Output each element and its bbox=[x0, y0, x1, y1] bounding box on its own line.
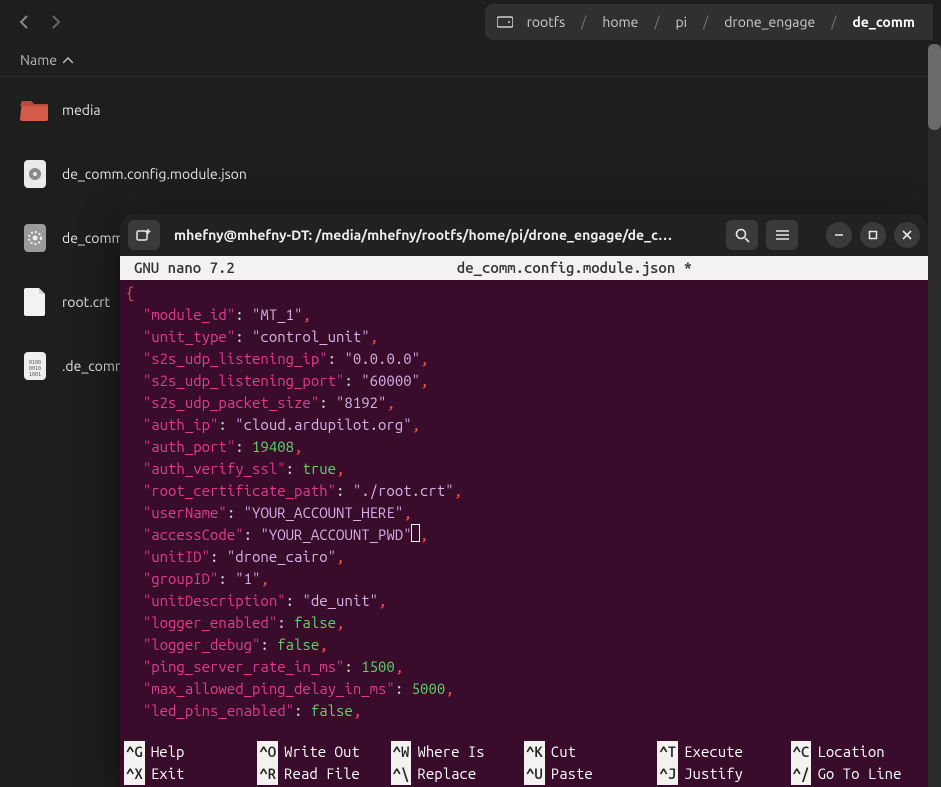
nano-shortcut: ^R Read File bbox=[257, 763, 390, 785]
shortcut-label: Write Out bbox=[284, 741, 360, 763]
nano-shortcut: ^U Paste bbox=[524, 763, 657, 785]
shortcut-key: ^G bbox=[124, 741, 145, 763]
breadcrumb-sep: / bbox=[648, 14, 665, 30]
minimize-button[interactable] bbox=[826, 222, 852, 248]
file-row-folder[interactable]: media bbox=[8, 87, 933, 133]
json-file-icon bbox=[20, 159, 50, 189]
shortcut-label: Replace bbox=[417, 763, 476, 785]
nano-shortcut: ^/Go To Line bbox=[791, 763, 924, 785]
shortcut-key: ^W bbox=[391, 741, 412, 763]
nano-filename: de_comm.config.module.json * bbox=[457, 257, 692, 279]
disk-icon bbox=[497, 15, 513, 29]
nano-shortcut: ^\Replace bbox=[391, 763, 524, 785]
shortcut-label: Help bbox=[151, 741, 185, 763]
file-name: de_comm.config.module.json bbox=[62, 166, 247, 182]
shortcut-label: Paste bbox=[551, 763, 593, 785]
svg-text:1001: 1001 bbox=[29, 372, 41, 378]
shortcut-label: Justify bbox=[684, 763, 743, 785]
close-button[interactable] bbox=[894, 222, 920, 248]
column-header-row[interactable]: Name bbox=[0, 44, 941, 77]
breadcrumb-seg-1[interactable]: home bbox=[596, 10, 644, 34]
shortcut-label: Read File bbox=[284, 763, 360, 785]
menu-button[interactable] bbox=[766, 220, 798, 250]
shortcut-key: ^U bbox=[524, 763, 545, 785]
shortcut-key: ^R bbox=[257, 763, 278, 785]
shortcut-key: ^T bbox=[657, 741, 678, 763]
nano-shortcut: ^X Exit bbox=[124, 763, 257, 785]
nano-header: GNU nano 7.2 de_comm.config.module.json … bbox=[120, 256, 928, 280]
file-name: .de_comm bbox=[62, 358, 127, 374]
breadcrumb-seg-2[interactable]: pi bbox=[669, 10, 693, 34]
search-button[interactable] bbox=[726, 220, 758, 250]
shortcut-key: ^O bbox=[257, 741, 278, 763]
shortcut-key: ^\ bbox=[391, 763, 412, 785]
new-tab-button[interactable] bbox=[128, 220, 160, 250]
shortcut-label: Where Is bbox=[417, 741, 484, 763]
shortcut-key: ^J bbox=[657, 763, 678, 785]
shortcut-label: Location bbox=[817, 741, 884, 763]
file-row-json[interactable]: de_comm.config.module.json bbox=[8, 151, 933, 197]
shortcut-key: ^K bbox=[524, 741, 545, 763]
terminal-titlebar[interactable]: mhefny@mhefny-DT: /media/mhefny/rootfs/h… bbox=[120, 214, 928, 256]
shortcut-key: ^/ bbox=[791, 763, 812, 785]
gear-file-icon bbox=[20, 223, 50, 253]
breadcrumb-seg-3[interactable]: drone_engage bbox=[718, 10, 821, 34]
nano-shortcut: ^O Write Out bbox=[257, 741, 390, 763]
sort-asc-icon bbox=[63, 57, 73, 64]
file-name: media bbox=[62, 102, 101, 118]
shortcut-key: ^C bbox=[791, 741, 812, 763]
breadcrumb[interactable]: rootfs / home / pi / drone_engage / de_c… bbox=[485, 4, 933, 40]
terminal-window: mhefny@mhefny-DT: /media/mhefny/rootfs/h… bbox=[120, 214, 928, 787]
breadcrumb-sep: / bbox=[575, 14, 592, 30]
scrollbar-thumb[interactable] bbox=[928, 44, 941, 130]
nano-shortcut: ^J Justify bbox=[657, 763, 790, 785]
nano-shortcut: ^G Help bbox=[124, 741, 257, 763]
nano-editor-content[interactable]: { "module_id": "MT_1", "unit_type": "con… bbox=[120, 280, 928, 741]
text-file-icon bbox=[20, 287, 50, 317]
terminal-title: mhefny@mhefny-DT: /media/mhefny/rootfs/h… bbox=[168, 227, 718, 243]
file-manager-toolbar: rootfs / home / pi / drone_engage / de_c… bbox=[0, 0, 941, 44]
shortcut-key: ^X bbox=[124, 763, 145, 785]
nano-shortcut: ^K Cut bbox=[524, 741, 657, 763]
scrollbar[interactable] bbox=[928, 44, 941, 787]
shortcut-label: Go To Line bbox=[817, 763, 901, 785]
shortcut-label: Cut bbox=[551, 741, 576, 763]
nano-version: GNU nano 7.2 bbox=[134, 257, 235, 279]
maximize-button[interactable] bbox=[860, 222, 886, 248]
column-header-name: Name bbox=[20, 52, 57, 68]
nano-shortcut: ^T Execute bbox=[657, 741, 790, 763]
breadcrumb-seg-4[interactable]: de_comm bbox=[846, 10, 921, 34]
breadcrumb-sep: / bbox=[697, 14, 714, 30]
binary-file-icon: 010000101001 bbox=[20, 351, 50, 381]
breadcrumb-sep: / bbox=[825, 14, 842, 30]
folder-icon bbox=[20, 95, 50, 125]
file-name: root.crt bbox=[62, 294, 110, 310]
nano-footer: ^GHelp^OWrite Out^WWhere Is^KCut^TExecut… bbox=[120, 741, 928, 787]
breadcrumb-seg-0[interactable]: rootfs bbox=[521, 10, 572, 34]
file-name: de_comm bbox=[62, 230, 124, 246]
nano-shortcut: ^CLocation bbox=[791, 741, 924, 763]
nano-shortcut: ^WWhere Is bbox=[391, 741, 524, 763]
terminal-body[interactable]: GNU nano 7.2 de_comm.config.module.json … bbox=[120, 256, 928, 787]
nav-forward-button[interactable] bbox=[40, 6, 72, 38]
nav-back-button[interactable] bbox=[8, 6, 40, 38]
shortcut-label: Exit bbox=[151, 763, 185, 785]
shortcut-label: Execute bbox=[684, 741, 743, 763]
